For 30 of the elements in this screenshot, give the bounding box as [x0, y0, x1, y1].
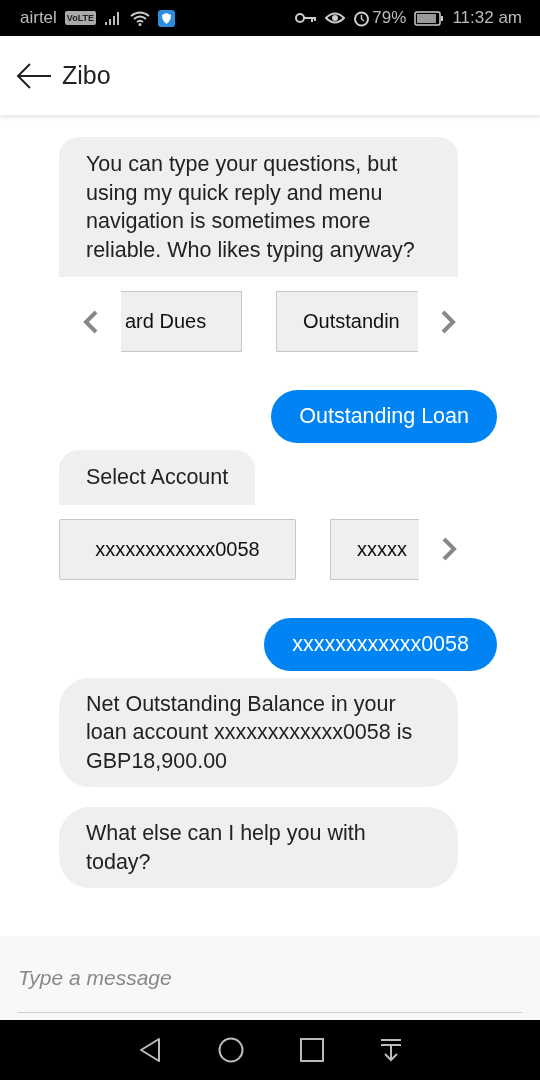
chevron-left-icon[interactable] [81, 308, 99, 335]
key-icon [295, 12, 318, 24]
chevron-right-icon[interactable] [441, 536, 459, 562]
back-nav-icon[interactable] [138, 1037, 162, 1063]
wifi-icon [130, 10, 151, 26]
bot-message: What else can I help you with today? [59, 807, 458, 888]
quick-reply-chip[interactable]: ard Dues [121, 291, 242, 352]
network-badge: VoLTE [64, 11, 97, 25]
quick-reply-chip[interactable]: xxxxx [330, 518, 419, 580]
battery-icon [414, 10, 445, 26]
clock-time: 11:32 am [452, 8, 522, 28]
user-message: Outstanding Loan [271, 390, 497, 443]
bot-message: You can type your questions, but using my quick reply and menu navigation is sometimes more reliable. Who likes typing anyway? [59, 137, 458, 277]
carrier-name: airtel [20, 8, 57, 28]
home-nav-icon[interactable] [218, 1037, 244, 1063]
battery-percentage: 79% [372, 8, 407, 28]
quick-reply-chip[interactable]: xxxxxxxxxxxx0058 [59, 518, 296, 580]
message-input[interactable]: Type a message [0, 936, 540, 1020]
quick-reply-chip[interactable]: Outstandin [276, 291, 418, 352]
alarm-icon [353, 9, 371, 27]
chevron-right-icon[interactable] [440, 308, 458, 335]
eye-icon [325, 11, 346, 25]
bot-message: Net Outstanding Balance in your loan account xxxxxxxxxxxx0058 is GBP18,900.00 [59, 677, 458, 787]
notifications-pull-icon[interactable] [380, 1038, 402, 1062]
recents-nav-icon[interactable] [300, 1038, 324, 1062]
user-message: xxxxxxxxxxxx0058 [264, 617, 497, 671]
chat-title: Zibo [62, 61, 111, 90]
back-arrow-icon[interactable] [16, 61, 52, 90]
shield-icon [158, 9, 176, 27]
bot-message: Select Account [59, 450, 256, 505]
